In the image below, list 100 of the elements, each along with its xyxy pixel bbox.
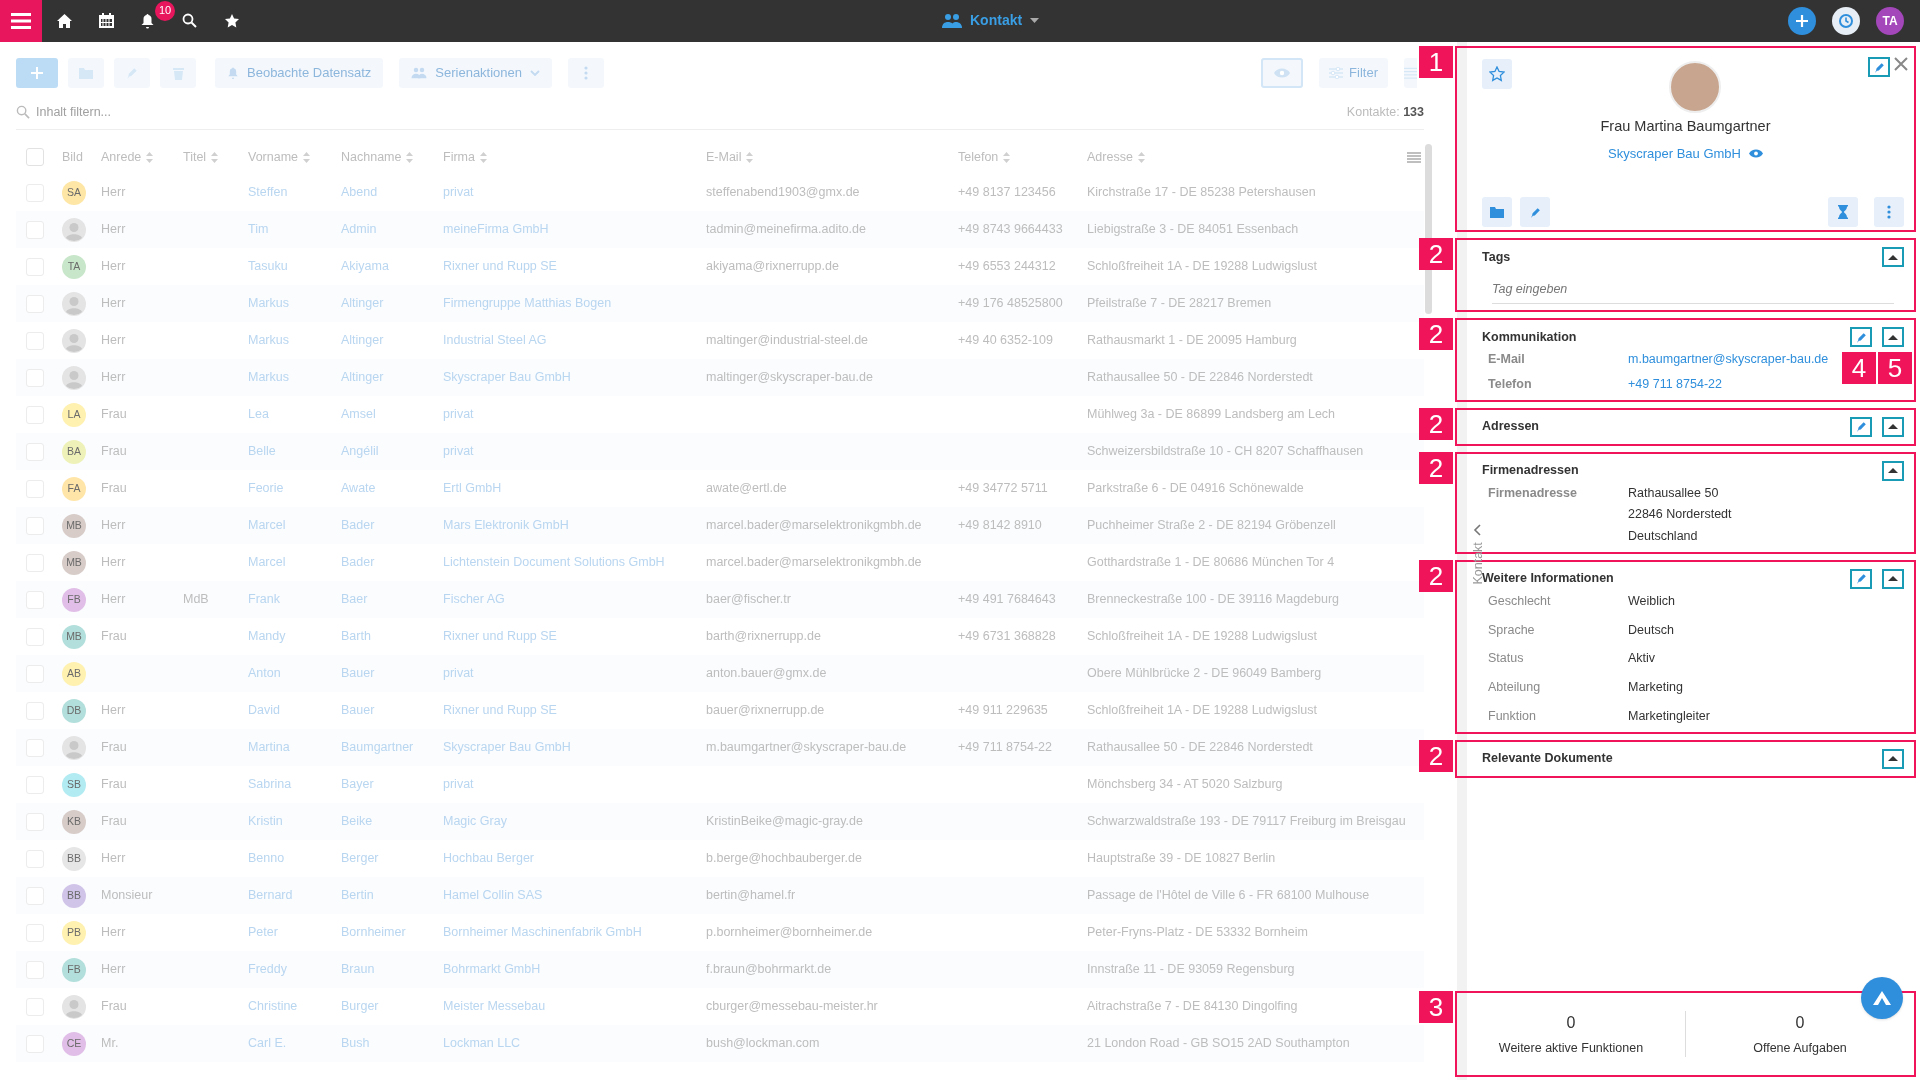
company-link[interactable]: Skyscraper Bau GmbH — [1608, 144, 1741, 164]
module-switcher[interactable]: Kontakt — [942, 10, 1040, 31]
select-all-checkbox[interactable] — [26, 148, 44, 166]
column-header[interactable]: Anrede — [101, 147, 142, 167]
close-button[interactable] — [1894, 57, 1908, 71]
table-cell: Herr — [101, 370, 126, 385]
more-button[interactable] — [1874, 197, 1904, 227]
favorites-button[interactable] — [224, 12, 241, 30]
collapse-panel-button[interactable] — [1473, 524, 1484, 536]
field-link[interactable]: m.baumgartner@skyscraper-bau.de — [1628, 350, 1829, 369]
sliders-icon — [1329, 67, 1344, 79]
people-icon — [411, 67, 428, 79]
edit-button[interactable] — [1850, 568, 1872, 589]
section-title: Firmenadressen — [1482, 462, 1579, 480]
table-cell: bertin@hamel.fr — [706, 888, 796, 903]
new-button[interactable] — [16, 58, 58, 88]
notifications-button[interactable] — [140, 12, 155, 30]
contact-name: Frau Martina Baumgartner — [1599, 117, 1772, 136]
column-settings-button[interactable] — [1407, 151, 1421, 163]
table-cell: Obere Mühlbrücke 2 - DE 96049 Bamberg — [1087, 666, 1322, 681]
field-link[interactable]: +49 711 8754-22 — [1628, 374, 1722, 394]
menu-button[interactable] — [0, 0, 42, 42]
collapse-button[interactable] — [1882, 748, 1904, 769]
bulk-actions-button[interactable]: Serienaktionen — [399, 58, 553, 88]
annotation-number: 2 — [1419, 451, 1453, 484]
history-button[interactable] — [1832, 7, 1860, 35]
collapse-button[interactable] — [1882, 460, 1904, 481]
hourglass-button[interactable] — [1828, 197, 1858, 227]
table-cell: Bertin — [341, 888, 374, 903]
caret-up-icon — [1888, 756, 1898, 761]
filter-button[interactable]: Filter — [1319, 58, 1388, 88]
watch-record-button[interactable]: Beobachte Datensatz — [215, 58, 384, 88]
table-cell: bauer@rixnerrupp.de — [706, 703, 825, 718]
table-cell: Frau — [101, 629, 127, 644]
table-cell: Burger — [341, 999, 379, 1014]
more-button[interactable] — [568, 58, 605, 88]
annotation-number: 5 — [1878, 352, 1912, 384]
edit-button[interactable] — [1520, 197, 1550, 227]
table-cell: Mandy — [248, 629, 286, 644]
caret-up-icon — [1888, 334, 1898, 340]
table-cell: Feorie — [248, 481, 284, 496]
pencil-icon — [125, 66, 139, 80]
logo-icon — [1873, 991, 1891, 1005]
stat-label: Offene Aufgaben — [1753, 1039, 1847, 1057]
table-cell: Herr — [101, 962, 126, 977]
table-cell: tadmin@meinefirma.adito.de — [706, 222, 866, 237]
stat-value: 0 — [1566, 1012, 1576, 1033]
table-cell: Baer — [341, 592, 368, 607]
eye-icon — [1748, 149, 1763, 159]
edit-button[interactable] — [1850, 327, 1872, 347]
table-cell: Amsel — [341, 407, 376, 422]
table-cell: Brenneckestraße 100 - DE 39116 Magdeburg — [1087, 592, 1339, 607]
view-button[interactable] — [1404, 58, 1417, 88]
table-cell: Herr — [101, 185, 126, 200]
avatar-initials: MB — [62, 550, 86, 575]
collapse-button[interactable] — [1882, 247, 1904, 267]
column-header[interactable]: Vorname — [248, 147, 299, 167]
calendar-button[interactable] — [98, 12, 115, 30]
edit-button[interactable] — [1868, 57, 1890, 77]
field-value: Marketingleiter — [1628, 707, 1710, 725]
edit-button[interactable] — [1850, 416, 1872, 437]
table-cell: Hochbau Berger — [443, 851, 535, 866]
table-cell: privat — [443, 407, 474, 422]
collapse-button[interactable] — [1882, 327, 1904, 347]
delete-button[interactable] — [160, 58, 196, 88]
column-header[interactable]: Adresse — [1087, 147, 1133, 167]
bell-icon — [140, 12, 155, 29]
table-cell: f.braun@bohrmarkt.de — [706, 962, 832, 977]
table-cell: Rathausallee 50 - DE 22846 Norderstedt — [1087, 740, 1313, 755]
column-header[interactable]: Titel — [183, 147, 207, 167]
table-cell: Marcel — [248, 518, 286, 533]
table-cell: Frau — [101, 481, 127, 496]
table-cell: Kirchstraße 17 - DE 85238 Petershausen — [1087, 185, 1316, 200]
section-title: Tags — [1482, 248, 1511, 266]
column-header[interactable]: Firma — [443, 147, 475, 167]
assistant-button[interactable] — [1861, 977, 1903, 1019]
open-button[interactable] — [1482, 197, 1512, 227]
avatar-initials: SB — [62, 772, 86, 797]
search-field[interactable]: Inhalt filtern... — [36, 102, 516, 122]
column-header[interactable]: Telefon — [958, 147, 999, 167]
table-cell: Markus — [248, 370, 289, 385]
collapse-button[interactable] — [1882, 568, 1904, 589]
column-header[interactable]: E-Mail — [706, 147, 742, 167]
user-avatar[interactable]: TA — [1876, 7, 1904, 35]
collapse-button[interactable] — [1882, 416, 1904, 437]
table-cell: akiyama@rixnerrupp.de — [706, 259, 839, 274]
annotation-number: 1 — [1419, 46, 1453, 78]
column-header[interactable]: Nachname — [341, 147, 402, 167]
table-cell: Altinger — [341, 296, 384, 311]
table-cell: Steffen — [248, 185, 288, 200]
add-button[interactable] — [1788, 7, 1816, 35]
table-cell: Industrial Steel AG — [443, 333, 547, 348]
table-cell: Bauer — [341, 703, 375, 718]
annotation-number: 2 — [1419, 559, 1453, 592]
search-button[interactable] — [182, 12, 199, 30]
table-cell: cburger@messebau-meister.hr — [706, 999, 878, 1014]
home-button[interactable] — [56, 12, 73, 30]
preview-toggle-button[interactable] — [1261, 58, 1304, 88]
stat-value: 0 — [1795, 1012, 1805, 1033]
favorite-button[interactable] — [1482, 59, 1512, 89]
